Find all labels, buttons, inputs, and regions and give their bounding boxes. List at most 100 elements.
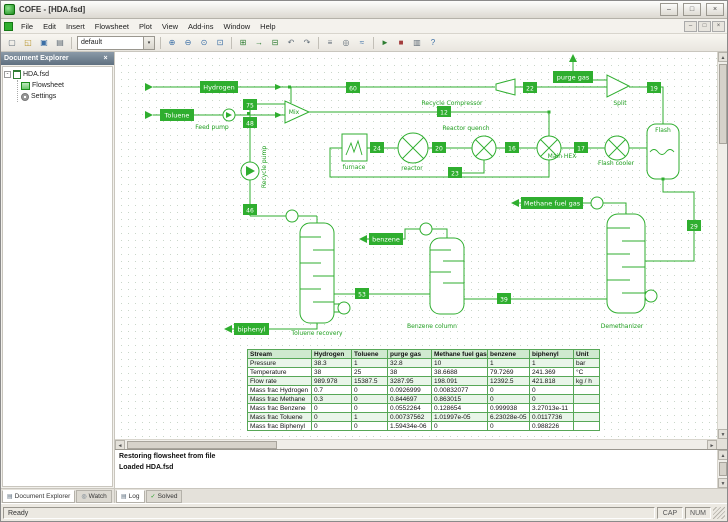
stream-table-row[interactable]: Mass frac Benzene 0 0 0.0552264 0.128654 0.99… [247,403,600,413]
stream-table-row[interactable]: Temperature 38 25 38 38.6688 79.7269 241.369 °C [247,367,600,377]
zoom-out-icon[interactable]: ⊖ [180,36,196,50]
splitter-symbol[interactable] [606,74,631,98]
benzene-column-condenser-symbol[interactable] [419,222,433,236]
toluene-recovery-condenser-symbol[interactable] [285,209,299,223]
zoom-actual-icon[interactable]: ⊙ [196,36,212,50]
close-button[interactable]: × [706,3,724,16]
toluene-recovery-column-symbol[interactable] [299,222,335,324]
align-objects-icon[interactable]: ≡ [322,36,338,50]
stream-table-row[interactable]: Mass frac Biphenyl 0 0 1.59434e-06 0 0 0.98822… [247,421,600,431]
print-icon[interactable]: ▤ [52,36,68,50]
furnace-symbol[interactable] [341,133,368,162]
tree-item-flowsheet[interactable]: Flowsheet [21,80,111,91]
report-icon[interactable]: ▥ [409,36,425,50]
horizontal-scroll-thumb[interactable] [127,441,277,449]
stream-table-row[interactable]: Mass frac Toluene 0 1 0.00737562 1.01997e-05… [247,412,600,422]
demethanizer-column-symbol[interactable] [606,213,646,314]
insert-stream-icon[interactable]: → [251,36,267,50]
stream-label-benzene[interactable]: benzene [369,233,403,245]
rotate-left-icon[interactable]: ↶ [283,36,299,50]
flowsheet-config-combo[interactable]: default ▾ [77,35,155,50]
solve-icon[interactable]: ► [377,36,393,50]
stream-table-row[interactable]: Flow rate 989.978 15387.5 3287.95 198.091 123… [247,376,600,386]
insert-unit-icon[interactable]: ⊟ [267,36,283,50]
stream-label-purge-gas[interactable]: purge gas [553,71,593,83]
panel-close-icon[interactable]: × [100,55,111,62]
zoom-fit-icon[interactable]: ⊡ [212,36,228,50]
flowsheet-canvas-area[interactable]: Hydrogen Toluene purge gas Methane fuel … [115,52,717,439]
stream-label-hydrogen[interactable]: Hydrogen [200,81,238,93]
scroll-up-icon[interactable]: ▲ [718,52,727,62]
stream-results-table[interactable]: Stream Hydrogen Toluene purge gas Methane fu… [247,349,600,431]
maximize-button[interactable]: □ [683,3,701,16]
compressor-symbol[interactable] [495,78,516,96]
stream-badge-53[interactable]: 53 [355,288,369,299]
tab-document-explorer[interactable]: ▤ Document Explorer [2,490,76,503]
mdi-restore-button[interactable]: □ [698,20,711,32]
stream-table-row[interactable]: Mass frac Methane 0.3 0 0.844697 0.863015 0 0 [247,394,600,404]
menu-item-edit[interactable]: Edit [38,21,61,32]
scroll-down-icon[interactable]: ▼ [718,429,727,439]
stream-table-row[interactable]: Pressure 38.3 1 32.8 10 1 1 bar [247,358,600,368]
document-explorer-header[interactable]: Document Explorer × [1,52,114,65]
toluene-recovery-reboiler-symbol[interactable] [337,301,351,315]
vertical-scroll-track[interactable] [718,62,727,429]
menu-item-plot[interactable]: Plot [134,21,157,32]
scroll-down-icon[interactable]: ▼ [718,478,727,488]
stream-badge-12[interactable]: 12 [437,106,451,117]
stream-badge-24[interactable]: 24 [370,142,384,153]
tree-item-settings[interactable]: Settings [21,91,111,102]
demethanizer-reboiler-symbol[interactable] [644,289,658,303]
combo-dropdown-icon[interactable]: ▾ [143,36,154,49]
watch-variables-icon[interactable]: ◎ [338,36,354,50]
stream-badge-20[interactable]: 20 [432,142,446,153]
menu-item-view[interactable]: View [157,21,183,32]
stream-badge-39[interactable]: 39 [497,293,511,304]
stream-label-toluene[interactable]: Toluene [160,109,194,121]
tab-solved[interactable]: ✓ Solved [145,490,183,503]
open-file-icon[interactable]: ◱ [20,36,36,50]
log-scroll-track[interactable] [718,460,727,478]
plot-icon[interactable]: ≈ [354,36,370,50]
new-document-icon[interactable]: ▢ [4,36,20,50]
vertical-scroll-thumb[interactable] [719,64,727,144]
log-scrollbar[interactable]: ▲ ▼ [717,450,727,488]
stream-label-methane-fuel-gas[interactable]: Methane fuel gas [521,197,583,209]
stream-badge-60[interactable]: 60 [346,82,360,93]
stream-badge-16[interactable]: 16 [505,142,519,153]
tree-item-root[interactable]: - HDA.fsd [4,69,111,80]
stream-badge-17[interactable]: 17 [574,142,588,153]
stream-table-row[interactable]: Mass frac Hydrogen 0.7 0 0.0926999 0.0083207… [247,385,600,395]
grid-toggle-icon[interactable]: ⊞ [235,36,251,50]
vertical-scrollbar[interactable]: ▲ ▼ [717,52,727,439]
zoom-in-icon[interactable]: ⊕ [164,36,180,50]
document-window-icon[interactable] [4,21,13,31]
horizontal-scrollbar[interactable]: ◄ ► [115,439,717,450]
stream-badge-29[interactable]: 29 [687,220,701,231]
stream-badge-22[interactable]: 22 [523,82,537,93]
stream-badge-75[interactable]: 75 [243,99,257,110]
rotate-right-icon[interactable]: ↷ [299,36,315,50]
mdi-close-button[interactable]: × [712,20,725,32]
demethanizer-condenser-symbol[interactable] [590,196,604,210]
horizontal-scroll-track[interactable] [125,440,707,449]
save-icon[interactable]: ▣ [36,36,52,50]
scroll-up-icon[interactable]: ▲ [718,450,727,460]
minimize-button[interactable]: – [660,3,678,16]
tree-expander-icon[interactable]: - [4,71,11,78]
stream-badge-19[interactable]: 19 [647,82,661,93]
help-icon[interactable]: ? [425,36,441,50]
menu-item-window[interactable]: Window [218,21,255,32]
resize-grip[interactable] [713,506,725,519]
tab-log[interactable]: ▤ Log [116,490,145,503]
stream-badge-23[interactable]: 23 [448,167,462,178]
menu-item-insert[interactable]: Insert [61,21,90,32]
menu-item-file[interactable]: File [16,21,38,32]
stream-badge-48[interactable]: 48 [243,117,257,128]
log-scroll-thumb[interactable] [719,462,727,476]
stop-icon[interactable]: ■ [393,36,409,50]
tab-watch[interactable]: ◎ Watch [76,490,112,503]
menu-item-add-ins[interactable]: Add-ins [183,21,218,32]
stream-badge-46[interactable]: 46 [243,204,257,215]
benzene-column-symbol[interactable] [429,237,465,315]
